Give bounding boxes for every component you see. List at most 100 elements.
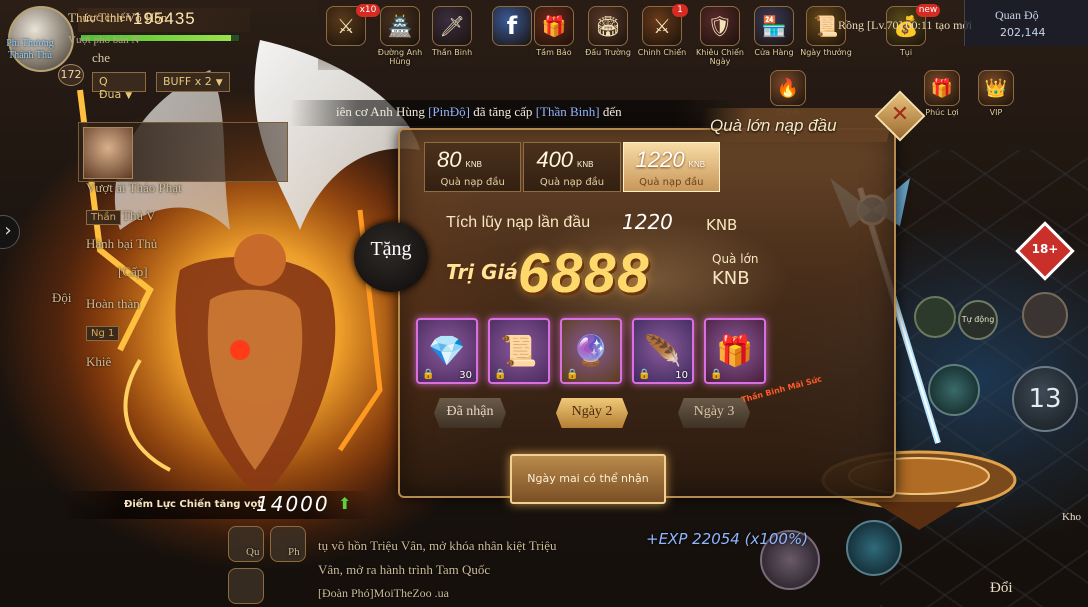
daily-icon[interactable]: 🛡: [700, 6, 740, 46]
switch-label[interactable]: Đổi: [990, 580, 1013, 597]
popup-title: Quà lớn nạp đầu: [710, 116, 837, 135]
tab-amount: 1220 KNB: [636, 147, 705, 173]
event-timer-text: Rồng [Lv.70] 00:11 tạo mới: [838, 18, 973, 32]
arena-label: Đấu Trường: [585, 48, 631, 57]
announcement-prefix: iên cơ Anh Hùng: [336, 104, 429, 119]
quest-portrait: [83, 127, 133, 179]
chat-message: [Đoàn Phó]MoiTheZoo .ua: [318, 586, 449, 600]
tab-amount-unit: KNB: [688, 160, 706, 169]
chat-line: Thủ V: [122, 208, 156, 223]
announcement-text: iên cơ Anh Hùng [PinĐộ] đã tăng cấp [Thầ…: [336, 104, 622, 120]
worth-label: Trị Giá: [446, 260, 518, 284]
accumulate-label: Tích lũy nạp lần đầu: [446, 214, 591, 231]
day-tag-day-3[interactable]: Ngày 3: [678, 398, 750, 428]
treasure-icon[interactable]: 🎁: [534, 6, 574, 46]
gem-item[interactable]: 💎 🔒 30: [416, 318, 478, 384]
gift-badge-label: Tặng: [370, 238, 412, 260]
map-population: 202,144: [1000, 26, 1046, 39]
lock-icon: 🔒: [710, 369, 723, 380]
announcement-item[interactable]: [Thần Binh]: [536, 104, 600, 119]
tab-80-knb[interactable]: 80 KNB Quà nạp đầu: [424, 142, 522, 192]
quest-title: Thức Tỉnh Võ Hồn: [68, 10, 168, 25]
tab-amount: 400 KNB: [536, 147, 593, 173]
friend-button-label: Ph: [288, 546, 300, 558]
hero-road-icon[interactable]: 🏯: [380, 6, 420, 46]
tab-amount-value: 1220: [635, 147, 685, 172]
new-label: Tụi: [899, 48, 913, 57]
worth-value: 6888: [518, 241, 651, 304]
worth-unit-bottom: KNB: [712, 268, 750, 289]
chat-line: Đội: [52, 290, 72, 305]
tab-amount-value: 400: [536, 147, 574, 172]
mode-dropdown-value: Q Đua: [99, 75, 122, 101]
chat-message: tụ võ hồn Triệu Vân, mở khóa nhân kiệt T…: [318, 538, 557, 553]
skill-cooldown-button[interactable]: 13: [1012, 366, 1078, 432]
player-level: 172: [58, 64, 84, 86]
tab-amount: 80 KNB: [437, 147, 482, 173]
item-count: 30: [459, 370, 472, 381]
treasure-label: Tầm Bảo: [536, 48, 572, 57]
chat-line: Khiê: [86, 354, 112, 369]
scroll-item[interactable]: 📜 🔒: [488, 318, 550, 384]
feather-item[interactable]: 🪶 🔒 10: [632, 318, 694, 384]
social-button[interactable]: [228, 568, 264, 604]
lock-icon: 🔒: [638, 369, 651, 380]
attack-skill-icon[interactable]: [1022, 292, 1068, 338]
facebook-icon[interactable]: f: [492, 6, 532, 46]
shop-label: Cửa Hàng: [754, 48, 794, 57]
day-tag-day-2[interactable]: Ngày 2: [556, 398, 628, 428]
tab-label: Quà nạp đầu: [639, 177, 704, 188]
announcement-player[interactable]: [PinĐộ]: [428, 104, 470, 119]
welfare-icon[interactable]: 🎁: [924, 70, 960, 106]
lock-icon: 🔒: [422, 369, 435, 380]
mode-dropdown[interactable]: Q Đua ▼: [92, 72, 146, 101]
tab-400-knb[interactable]: 400 KNB Quà nạp đầu: [523, 142, 621, 192]
quest-card[interactable]: [78, 122, 288, 182]
chat-tag: Thần: [86, 210, 121, 225]
age-rating-text: 18+: [1031, 242, 1059, 256]
recharge-tabs: 80 KNB Quà nạp đầu 400 KNB Quà nạp đầu 122…: [424, 142, 722, 194]
announcement-suffix: đến: [599, 104, 622, 119]
claim-tomorrow-label[interactable]: Ngày mai có thể nhận: [514, 472, 662, 485]
announcement-middle: đã tăng cấp: [469, 104, 536, 119]
notification-badge: new: [916, 4, 940, 17]
divine-weapon-icon[interactable]: 🗡: [432, 6, 472, 46]
vip-icon[interactable]: 👑: [978, 70, 1014, 106]
exp-gain-text: +EXP 22054 (x100%): [646, 530, 809, 548]
buff-dropdown-value: BUFF x 2: [163, 75, 212, 88]
chinh-icon[interactable]: 🔥: [770, 70, 806, 106]
chest-item[interactable]: 🎁 🔒: [704, 318, 766, 384]
chat-line: [Cấp]: [118, 264, 148, 279]
chat-tag: Ng 1: [86, 326, 120, 341]
notification-badge: 1: [672, 4, 688, 17]
lock-icon: 🔒: [566, 369, 579, 380]
hero-road-label: Đường Anh Hùng: [377, 48, 423, 66]
accumulate-unit: KNB: [706, 216, 738, 234]
tab-amount-unit: KNB: [577, 160, 594, 169]
auto-button[interactable]: Tự động: [958, 300, 998, 340]
side-text: che: [92, 50, 111, 65]
chevron-down-icon: ▼: [215, 78, 223, 88]
arena-icon[interactable]: 🏟: [588, 6, 628, 46]
close-icon[interactable]: ✕: [889, 102, 911, 127]
tab-amount-value: 80: [437, 147, 462, 172]
tab-1220-knb[interactable]: 1220 KNB Quà nạp đầu: [622, 142, 720, 192]
map-info-box[interactable]: [964, 0, 1088, 46]
item-count: 10: [675, 370, 688, 381]
chat-line: Vượt ải Thảo Phạt: [86, 180, 182, 195]
chevron-down-icon: ▼: [125, 91, 133, 101]
daily-label: Khiêu Chiến Ngày: [696, 48, 744, 66]
battle-label: Chinh Chiến: [637, 48, 687, 57]
map-name: Quan Độ: [995, 8, 1039, 22]
lock-icon: 🔒: [494, 369, 507, 380]
buff-dropdown[interactable]: BUFF x 2 ▼: [156, 72, 230, 92]
shop-icon[interactable]: 🏪: [754, 6, 794, 46]
day-tag-received[interactable]: Đã nhận: [434, 398, 506, 428]
vip-label: VIP: [989, 108, 1003, 117]
player-name: Phi Thương Thánh Thủ: [6, 38, 54, 61]
orb-item[interactable]: 🔮 🔒: [560, 318, 622, 384]
tab-label: Quà nạp đầu: [539, 177, 605, 188]
accumulate-amount: 1220: [622, 210, 673, 234]
worth-unit-top: Quà lớn: [712, 252, 759, 266]
storage-label[interactable]: Kho: [1062, 510, 1081, 524]
